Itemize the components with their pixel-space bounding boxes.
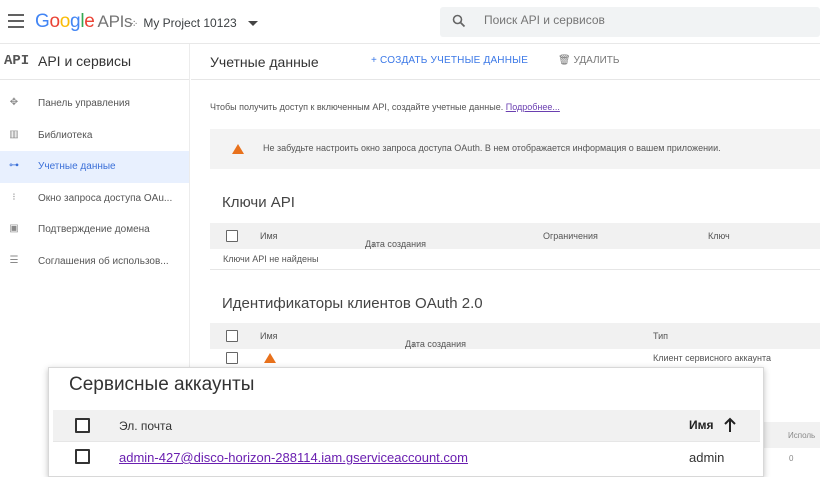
col-key[interactable]: Ключ	[708, 231, 730, 241]
api-keys-empty: Ключи API не найдены	[223, 254, 319, 264]
select-all-checkbox[interactable]	[75, 418, 90, 433]
bg-col-usage: Исполь	[788, 431, 816, 440]
page-title: Учетные данные	[210, 54, 319, 70]
api-keys-title: Ключи API	[222, 194, 295, 211]
search-icon	[452, 14, 466, 28]
service-accounts-table-header: Эл. почта Имя	[53, 410, 760, 441]
key-icon: ⊶	[9, 160, 19, 171]
search-input[interactable]	[484, 13, 804, 27]
service-accounts-title: Сервисные аккаунты	[69, 374, 255, 395]
select-all-checkbox[interactable]	[226, 330, 238, 342]
arrow-down-icon: ↓	[411, 339, 416, 349]
warning-icon	[264, 353, 276, 363]
divider	[210, 269, 820, 270]
sidebar-title: API и сервисы	[38, 53, 132, 69]
project-icon: ⁘	[130, 19, 139, 30]
sidebar-item-label: Соглашения об использов...	[38, 255, 169, 267]
oauth-row-type: Клиент сервисного аккаунта	[653, 353, 771, 363]
table-row[interactable]: admin-427@disco-horizon-288114.iam.gserv…	[53, 441, 760, 471]
sidebar-item-library[interactable]: ▥ Библиотека	[0, 120, 189, 152]
intro-text: Чтобы получить доступ к включенным API, …	[210, 102, 560, 112]
consent-icon: ⁝	[12, 191, 16, 203]
api-logo-icon: API	[4, 53, 30, 69]
col-name[interactable]: Имя	[260, 331, 278, 341]
create-credentials-button[interactable]: + СОЗДАТЬ УЧЕТНЫЕ ДАННЫЕ	[371, 55, 528, 66]
warning-icon	[232, 144, 244, 154]
library-icon: ▥	[9, 128, 19, 140]
arrow-up-icon[interactable]	[723, 416, 737, 434]
row-checkbox[interactable]	[226, 352, 238, 364]
trash-icon: 🗑	[558, 55, 571, 66]
intro-message: Чтобы получить доступ к включенным API, …	[210, 102, 506, 112]
sidebar-item-oauth-consent[interactable]: ⁝ Окно запроса доступа OAu...	[0, 183, 189, 215]
top-bar: Google APIs ⁘ My Project 10123	[0, 0, 820, 44]
main-header: Учетные данные + СОЗДАТЬ УЧЕТНЫЕ ДАННЫЕ …	[191, 44, 820, 80]
sidebar-item-label: Панель управления	[38, 98, 130, 109]
service-account-name: admin	[689, 450, 725, 465]
agreements-icon: ☰	[9, 254, 19, 266]
sidebar-item-dashboard[interactable]: ✥ Панель управления	[0, 88, 189, 120]
oauth-table-header: Имя Дата создания ↓ Тип	[210, 323, 820, 349]
sidebar-item-label: Учетные данные	[38, 161, 116, 172]
sidebar-header: API API и сервисы	[0, 44, 189, 80]
google-apis-logo[interactable]: Google APIs	[35, 11, 133, 33]
api-keys-table-header: Имя Дата создания ↓ Ограничения Ключ	[210, 223, 820, 249]
arrow-down-icon: ↓	[371, 239, 376, 249]
col-name[interactable]: Имя	[260, 231, 278, 241]
service-account-email-link[interactable]: admin-427@disco-horizon-288114.iam.gserv…	[119, 450, 468, 465]
chevron-down-icon	[248, 21, 259, 27]
delete-label: УДАЛИТЬ	[573, 55, 620, 66]
project-name: My Project 10123	[143, 16, 237, 30]
sidebar-item-domain-verification[interactable]: ▣ Подтверждение домена	[0, 214, 189, 246]
delete-button[interactable]: 🗑 УДАЛИТЬ	[558, 55, 619, 66]
project-selector[interactable]: ⁘ My Project 10123	[130, 16, 259, 30]
select-all-checkbox[interactable]	[226, 230, 238, 242]
bg-usage-value: 0	[789, 454, 794, 463]
learn-more-link[interactable]: Подробнее...	[506, 102, 560, 112]
domain-icon: ▣	[9, 223, 19, 234]
menu-icon[interactable]	[8, 14, 24, 28]
sidebar-item-label: Подтверждение домена	[38, 224, 150, 235]
sidebar-item-label: Библиотека	[38, 129, 93, 141]
row-checkbox[interactable]	[75, 449, 90, 464]
col-name[interactable]: Имя	[689, 418, 714, 432]
col-type[interactable]: Тип	[653, 331, 668, 341]
col-restrictions[interactable]: Ограничения	[543, 231, 598, 241]
search-box[interactable]	[440, 7, 820, 37]
oauth-warning-banner: Не забудьте настроить окно запроса досту…	[210, 129, 820, 169]
dashboard-icon: ✥	[9, 97, 19, 108]
warning-text: Не забудьте настроить окно запроса досту…	[263, 143, 721, 153]
oauth-title: Идентификаторы клиентов OAuth 2.0	[222, 295, 483, 312]
sidebar-item-label: Окно запроса доступа OAu...	[38, 192, 173, 204]
col-email[interactable]: Эл. почта	[119, 419, 172, 433]
sidebar-item-agreements[interactable]: ☰ Соглашения об использов...	[0, 246, 189, 278]
sidebar-item-credentials[interactable]: ⊶ Учетные данные	[0, 151, 189, 183]
service-accounts-panel: Сервисные аккаунты Эл. почта Имя admin-4…	[48, 367, 764, 477]
